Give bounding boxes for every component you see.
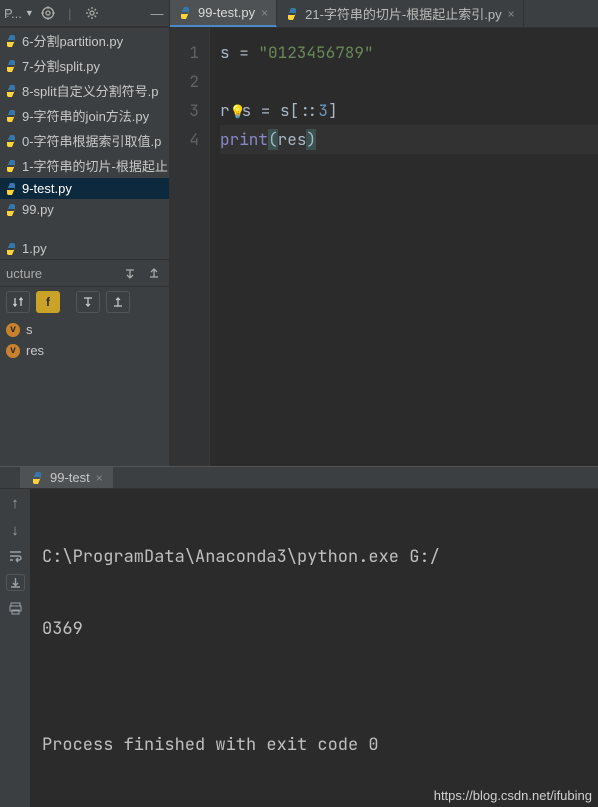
python-icon xyxy=(4,203,18,217)
python-icon xyxy=(285,7,299,21)
tab-label: 99-test.py xyxy=(198,5,255,20)
tab-label: 21-字符串的切片-根据起止索引.py xyxy=(305,4,501,23)
target-icon[interactable] xyxy=(40,5,56,21)
chevron-down-icon[interactable]: ▼ xyxy=(25,8,34,18)
console-line: Process finished with exit code 0 xyxy=(42,731,590,759)
structure-list[interactable]: v s v res xyxy=(0,317,169,369)
project-toolbar: P... ▼ | — xyxy=(0,0,170,27)
down-arrow-icon[interactable]: ↓ xyxy=(11,522,19,539)
run-tabs: : 99-test × xyxy=(0,467,598,489)
line-number: 4 xyxy=(170,125,199,154)
run-body: ↑ ↓ C:\ProgramData\Anaconda3\python.exe … xyxy=(0,489,598,807)
variable-icon: v xyxy=(6,344,20,358)
run-tab[interactable]: 99-test × xyxy=(20,467,113,488)
tree-item[interactable]: 0-字符串根据索引取值.p xyxy=(0,128,169,153)
line-number: 3 xyxy=(170,96,199,125)
wrap-icon[interactable] xyxy=(8,549,23,564)
tree-item-label: 1-字符串的切片-根据起止 xyxy=(22,156,168,175)
close-icon[interactable]: × xyxy=(96,471,103,485)
tree-item[interactable]: 7-分割split.py xyxy=(0,53,169,78)
watermark: https://blog.csdn.net/ifubing xyxy=(434,788,592,803)
tree-item-label: 7-分割split.py xyxy=(22,56,100,75)
tree-item-label: 9-字符串的join方法.py xyxy=(22,106,149,125)
fields-filter-icon[interactable]: f xyxy=(36,291,60,313)
tree-item-label: 1.py xyxy=(22,241,47,256)
tree-item-extra[interactable]: 1.py xyxy=(0,238,169,259)
structure-var[interactable]: v res xyxy=(4,340,165,361)
tree-item[interactable]: 9-test.py xyxy=(0,178,169,199)
tree-item[interactable]: 8-split自定义分割符号.p xyxy=(0,78,169,103)
line-number: 1 xyxy=(170,38,199,67)
variable-icon: v xyxy=(6,323,20,337)
structure-var-label: s xyxy=(26,322,33,337)
tree-item[interactable]: 9-字符串的join方法.py xyxy=(0,103,169,128)
scroll-to-icon[interactable] xyxy=(76,291,100,313)
python-icon xyxy=(4,34,18,48)
tree-item-label: 9-test.py xyxy=(22,181,72,196)
expand-icon[interactable] xyxy=(121,264,139,282)
run-label-colon: : xyxy=(6,5,10,20)
structure-var-label: res xyxy=(26,343,44,358)
sort-icon[interactable] xyxy=(6,291,30,313)
python-icon xyxy=(4,182,18,196)
python-icon xyxy=(4,109,18,123)
tree-item[interactable]: 99.py xyxy=(0,199,169,220)
tab-21[interactable]: 21-字符串的切片-根据起止索引.py × xyxy=(277,0,523,27)
tree-item[interactable]: 6-分割partition.py xyxy=(0,28,169,53)
divider-icon: | xyxy=(62,5,78,21)
console-line: 0369 xyxy=(42,615,590,643)
tree-item[interactable]: 1-字符串的切片-根据起止 xyxy=(0,153,169,178)
structure-var[interactable]: v s xyxy=(4,319,165,340)
run-tab-label: 99-test xyxy=(50,470,90,485)
tree-item-label: 8-split自定义分割符号.p xyxy=(22,81,159,100)
up-arrow-icon[interactable]: ↑ xyxy=(11,495,19,512)
close-icon[interactable]: × xyxy=(508,7,515,21)
code-editor[interactable]: 1 2 3 4 s = "0123456789" r💡s = s[::3] pr… xyxy=(170,28,598,466)
tab-99-test[interactable]: 99-test.py × xyxy=(170,0,277,27)
python-icon xyxy=(30,471,44,485)
top-row: P... ▼ | — 99-test.py × 21-字符串的切片-根据起止索引… xyxy=(0,0,598,28)
python-icon xyxy=(4,134,18,148)
line-number: 2 xyxy=(170,67,199,96)
run-tool-window: : 99-test × ↑ ↓ C:\ProgramData\Anaconda3… xyxy=(0,466,598,655)
code-line: s = "0123456789" xyxy=(220,38,598,67)
gear-icon[interactable] xyxy=(84,5,100,21)
tree-item-label: 99.py xyxy=(22,202,54,217)
scroll-from-icon[interactable] xyxy=(106,291,130,313)
close-icon[interactable]: × xyxy=(261,6,268,20)
collapse-icon[interactable]: — xyxy=(149,5,165,21)
gutter: 1 2 3 4 xyxy=(170,28,210,466)
tree-item-label: 6-分割partition.py xyxy=(22,31,123,50)
code-area[interactable]: s = "0123456789" r💡s = s[::3] print(res) xyxy=(210,28,598,466)
python-icon xyxy=(4,59,18,73)
structure-title: ucture xyxy=(6,266,42,281)
project-tree[interactable]: 6-分割partition.py 7-分割split.py 8-split自定义分割… xyxy=(0,28,169,220)
tree-item-label: 0-字符串根据索引取值.p xyxy=(22,131,161,150)
console-output[interactable]: C:\ProgramData\Anaconda3\python.exe G:/ … xyxy=(30,489,598,807)
code-line xyxy=(220,67,598,96)
left-panel: 6-分割partition.py 7-分割split.py 8-split自定义分割… xyxy=(0,28,170,466)
console-line: C:\ProgramData\Anaconda3\python.exe G:/ xyxy=(42,543,590,571)
python-icon xyxy=(4,242,18,256)
run-gutter: ↑ ↓ xyxy=(0,489,30,807)
structure-toolbar: f xyxy=(0,286,169,317)
code-line: r💡s = s[::3] xyxy=(220,96,598,125)
python-icon xyxy=(178,6,192,20)
collapse-all-icon[interactable] xyxy=(145,264,163,282)
main-split: 6-分割partition.py 7-分割split.py 8-split自定义分割… xyxy=(0,28,598,466)
python-icon xyxy=(4,84,18,98)
structure-header: ucture xyxy=(0,259,169,286)
code-line: print(res) xyxy=(220,125,598,154)
python-icon xyxy=(4,159,18,173)
print-icon[interactable] xyxy=(8,601,23,616)
bulb-icon[interactable]: 💡 xyxy=(230,97,242,126)
scroll-end-icon[interactable] xyxy=(6,574,25,591)
